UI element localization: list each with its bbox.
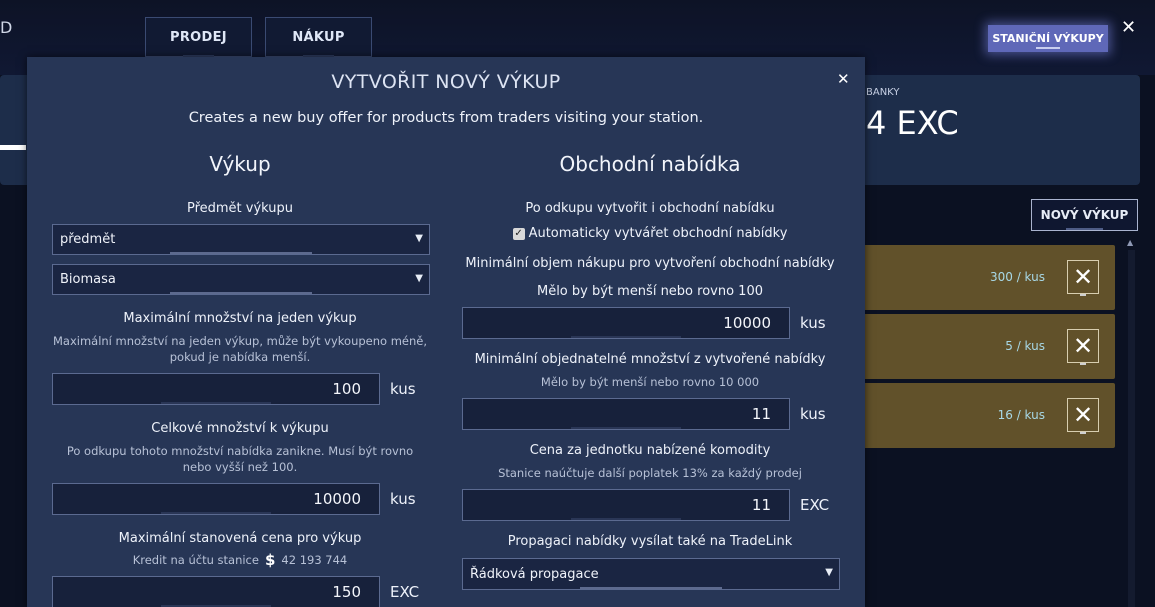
close-icon[interactable]: ✕ — [1121, 17, 1136, 38]
subject-type-value: předmět — [60, 232, 116, 247]
remove-offer-button[interactable]: ✕ — [1067, 398, 1099, 434]
min-volume-hint: Mělo by být menší nebo rovno 100 — [536, 284, 763, 299]
min-order-label: Minimální objednatelné množství z vytvoř… — [474, 352, 826, 367]
max-price-input[interactable]: 150 — [52, 576, 380, 607]
bank-label: BANKY — [866, 87, 900, 98]
min-volume-input[interactable]: 10000 — [462, 307, 790, 339]
min-order-value: 11 — [751, 405, 771, 423]
partial-left-text: D — [0, 18, 13, 37]
max-per-label: Maximální množství na jeden výkup — [123, 311, 357, 326]
panel-indicator — [0, 145, 26, 150]
buyout-heading: Výkup — [209, 152, 271, 176]
tab-nakup-label: NÁKUP — [292, 29, 345, 45]
chevron-down-icon: ▼ — [825, 567, 833, 578]
trade-offer-heading: Obchodní nabídka — [559, 152, 741, 176]
new-buyout-button[interactable]: NOVÝ VÝKUP — [1031, 199, 1138, 231]
auto-create-label: Automaticky vytvářet obchodní nabídky — [528, 226, 788, 241]
offer-price: 5 / kus — [1005, 339, 1045, 353]
min-volume-value: 10000 — [723, 314, 771, 332]
scrollbar[interactable] — [1128, 250, 1135, 607]
dollar-icon: $ — [264, 551, 276, 569]
modal-subtitle: Creates a new buy offer for products fro… — [188, 110, 704, 126]
max-price-value: 150 — [332, 583, 361, 601]
station-credit: Kredit na účtu stanice $ 42 193 744 — [51, 552, 429, 568]
min-volume-unit: kus — [800, 314, 826, 332]
min-order-unit: kus — [800, 405, 826, 423]
total-label: Celkové množství k výkupu — [151, 421, 329, 436]
remove-offer-button[interactable]: ✕ — [1067, 329, 1099, 365]
modal-title: VYTVOŘIT NOVÝ VÝKUP — [331, 71, 561, 93]
bank-value: 4 EXC — [866, 104, 959, 142]
min-order-input[interactable]: 11 — [462, 398, 790, 430]
unit-price-hint: Stanice naúčtuje další poplatek 13% za k… — [498, 466, 802, 480]
total-value: 10000 — [313, 490, 361, 508]
create-buyout-modal: VYTVOŘIT NOVÝ VÝKUP ✕ Creates a new buy … — [27, 57, 865, 607]
unit-price-label: Cena za jednotku nabízené komodity — [529, 443, 771, 458]
tradelink-select[interactable]: Řádková propagace ▼ — [462, 558, 840, 590]
chevron-down-icon: ▼ — [415, 233, 423, 244]
station-buyouts-button[interactable]: STANIČNÍ VÝKUPY — [988, 25, 1108, 52]
offer-price: 16 / kus — [997, 408, 1045, 422]
remove-offer-button[interactable]: ✕ — [1067, 260, 1099, 296]
tab-prodej-label: PRODEJ — [170, 29, 227, 45]
auto-create-row[interactable]: ✓ Automaticky vytvářet obchodní nabídky — [461, 226, 839, 241]
subject-item-value: Biomasa — [60, 272, 116, 287]
credit-value: 42 193 744 — [281, 553, 348, 567]
station-buyouts-label: STANIČNÍ VÝKUPY — [992, 32, 1104, 45]
scroll-up-icon[interactable]: ▲ — [1127, 238, 1133, 247]
modal-close-icon[interactable]: ✕ — [837, 70, 850, 88]
unit-price-input[interactable]: 11 — [462, 489, 790, 521]
total-input[interactable]: 10000 — [52, 483, 380, 515]
total-hint-1: Po odkupu tohoto množství nabídka zanikn… — [66, 444, 414, 458]
max-price-unit: EXC — [390, 583, 420, 601]
tradelink-label: Propagaci nabídky vysílat také na TradeL… — [507, 534, 793, 549]
unit-price-value: 11 — [751, 496, 771, 514]
max-per-hint-2: pokud je nabídka menší. — [169, 350, 311, 364]
max-per-unit: kus — [390, 380, 416, 398]
min-volume-label: Minimální objem nákupu pro vytvoření obc… — [465, 256, 835, 271]
credit-label: Kredit na účtu stanice — [132, 553, 259, 567]
new-buyout-label: NOVÝ VÝKUP — [1040, 208, 1129, 222]
tab-nakup[interactable]: NÁKUP — [265, 17, 372, 57]
tab-prodej[interactable]: PRODEJ — [145, 17, 252, 57]
subject-type-select[interactable]: předmět ▼ — [52, 224, 430, 255]
max-per-input[interactable]: 100 — [52, 373, 380, 405]
max-per-value: 100 — [332, 380, 361, 398]
total-unit: kus — [390, 490, 416, 508]
list-item[interactable]: 300 / kus ✕ — [860, 245, 1115, 310]
tradelink-value: Řádková propagace — [470, 566, 599, 582]
max-price-label: Maximální stanovená cena pro výkup — [118, 531, 362, 546]
offer-price: 300 / kus — [989, 270, 1045, 284]
subject-item-select[interactable]: Biomasa ▼ — [52, 264, 430, 295]
min-order-hint: Mělo by být menší nebo rovno 10 000 — [540, 375, 760, 389]
unit-price-unit: EXC — [800, 496, 830, 514]
list-item[interactable]: 16 / kus ✕ — [860, 383, 1115, 448]
list-item[interactable]: 5 / kus ✕ — [860, 314, 1115, 379]
after-label: Po odkupu vytvořit i obchodní nabídku — [525, 201, 775, 216]
subject-label: Předmět výkupu — [186, 201, 294, 216]
max-per-hint-1: Maximální množství na jeden výkup, může … — [52, 334, 428, 348]
total-hint-2: nebo vyšší než 100. — [182, 460, 298, 474]
auto-create-checkbox[interactable]: ✓ — [512, 227, 525, 240]
chevron-down-icon: ▼ — [415, 273, 423, 284]
